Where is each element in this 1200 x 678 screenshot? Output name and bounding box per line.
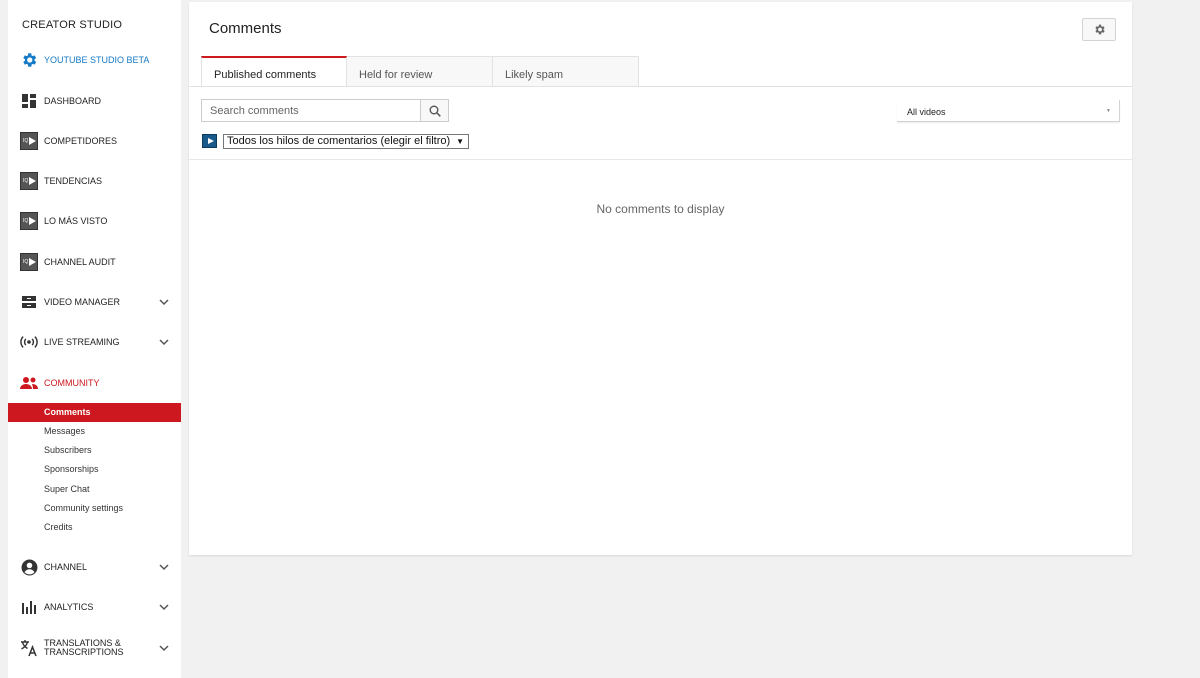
thread-filter-select[interactable]: Todos los hilos de comentarios (elegir e… [223,133,470,149]
sidebar-item-analytics[interactable]: ANALYTICS [8,592,181,622]
divider [189,86,1132,87]
sidebar-item-label: VIDEO MANAGER [44,296,121,307]
sidebar-item-label: COMPETIDORES [44,135,118,146]
chevron-down-icon[interactable] [159,337,169,347]
empty-state-message: No comments to display [596,202,725,216]
sidebar-item-dashboard[interactable]: DASHBOARD [8,86,181,116]
dashboard-icon [20,92,38,110]
vidiq-icon [20,253,38,271]
tab-bar: Published comments Held for review Likel… [201,56,639,87]
sidebar-item-lo-mas-visto[interactable]: LO MÁS VISTO [8,206,181,236]
dropdown-arrow-icon: ▼ [1106,108,1111,114]
tab-held-for-review[interactable]: Held for review [347,56,493,87]
sidebar: CREATOR STUDIO YOUTUBE STUDIO BETA DASHB… [8,0,181,678]
thread-filter-row: Todos los hilos de comentarios (elegir e… [202,133,470,149]
sidebar-item-label: DASHBOARD [44,95,102,106]
sidebar-item-label: LO MÁS VISTO [44,215,108,226]
video-manager-icon [20,293,38,311]
vidiq-icon [20,212,38,230]
vidiq-icon [20,172,38,190]
sidebar-item-competidores[interactable]: COMPETIDORES [8,126,181,156]
sidebar-item-live-streaming[interactable]: LIVE STREAMING [8,327,181,357]
gear-icon [1094,24,1105,35]
sidebar-subitem-sponsorships[interactable]: Sponsorships [8,460,181,479]
gear-icon [20,51,38,69]
sidebar-item-label: CHANNEL [44,561,88,572]
sidebar-item-label: CHANNEL AUDIT [44,256,116,267]
sidebar-subitem-messages[interactable]: Messages [8,422,181,441]
sidebar-item-label: ANALYTICS [44,601,94,612]
brand-title: CREATOR STUDIO [22,19,123,31]
chevron-down-icon[interactable] [159,602,169,612]
sidebar-item-label: TENDENCIAS [44,175,103,186]
settings-button[interactable] [1082,18,1116,41]
search-input[interactable] [201,99,421,122]
account-icon [20,558,38,576]
live-icon [20,333,38,351]
sidebar-subitem-credits[interactable]: Credits [8,518,181,537]
comments-panel: Comments Published comments Held for rev… [189,2,1132,555]
bar-chart-icon [20,598,38,616]
search-icon [429,105,441,117]
sidebar-item-channel-audit[interactable]: CHANNEL AUDIT [8,247,181,277]
sidebar-item-channel[interactable]: CHANNEL [8,552,181,582]
thread-filter-value: Todos los hilos de comentarios (elegir e… [227,134,451,147]
sidebar-item-label: COMMUNITY [44,377,100,388]
vidiq-icon [20,132,38,150]
sidebar-item-community[interactable]: COMMUNITY [8,368,181,398]
sidebar-subitem-super-chat[interactable]: Super Chat [8,480,181,499]
chevron-down-icon[interactable] [159,643,169,653]
sidebar-item-tendencias[interactable]: TENDENCIAS [8,166,181,196]
divider [189,159,1132,160]
sidebar-subitem-community-settings[interactable]: Community settings [8,499,181,518]
chevron-down-icon[interactable] [159,562,169,572]
sidebar-item-translations[interactable]: TRANSLATIONS & TRANSCRIPTIONS [8,632,181,664]
dropdown-arrow-icon: ▼ [456,136,465,146]
sidebar-subitem-subscribers[interactable]: Subscribers [8,441,181,460]
tab-published-comments[interactable]: Published comments [201,56,347,87]
search-button[interactable] [421,99,449,122]
vidiq-icon [202,134,217,148]
video-filter-select[interactable]: All videos ▼ [897,100,1120,122]
page-title: Comments [209,20,282,37]
search-bar [201,99,449,122]
chevron-down-icon[interactable] [159,297,169,307]
video-filter-value: All videos [907,107,946,117]
people-icon [20,374,38,392]
tab-likely-spam[interactable]: Likely spam [493,56,639,87]
sidebar-subitem-comments[interactable]: Comments [8,403,181,422]
sidebar-item-video-manager[interactable]: VIDEO MANAGER [8,287,181,317]
sidebar-item-label: YOUTUBE STUDIO BETA [44,54,150,65]
sidebar-item-label: LIVE STREAMING [44,336,120,347]
sidebar-item-youtube-studio-beta[interactable]: YOUTUBE STUDIO BETA [8,45,181,75]
sidebar-item-label: TRANSLATIONS & TRANSCRIPTIONS [44,638,124,657]
translate-icon [20,639,38,657]
